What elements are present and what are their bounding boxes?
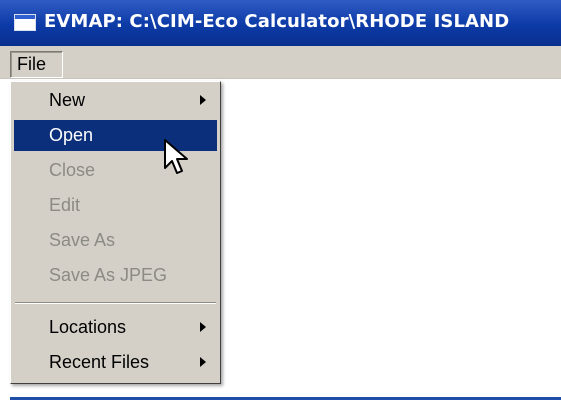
- menu-item-save-as-jpeg: Save As JPEG: [14, 260, 217, 291]
- menu-item-new[interactable]: New: [14, 85, 217, 116]
- menu-item-locations[interactable]: Locations: [14, 312, 217, 343]
- menu-item-save-as-jpeg-label: Save As JPEG: [49, 265, 168, 285]
- window-bottom-border: [10, 397, 561, 400]
- file-dropdown-menu: New Open Close Edit Save As Save As JPEG…: [10, 81, 221, 384]
- menu-item-locations-label: Locations: [49, 317, 127, 337]
- window-title: EVMAP: C:\CIM-Eco Calculator\RHODE ISLAN…: [44, 11, 510, 32]
- menu-item-recent-files[interactable]: Recent Files: [14, 347, 217, 378]
- title-bar[interactable]: EVMAP: C:\CIM-Eco Calculator\RHODE ISLAN…: [0, 0, 561, 46]
- menu-separator: [15, 302, 216, 304]
- app-window-icon: [14, 14, 36, 31]
- menu-item-edit-label: Edit: [49, 195, 81, 215]
- menu-file[interactable]: File: [10, 51, 63, 78]
- submenu-arrow-icon: [200, 95, 206, 105]
- menu-item-new-label: New: [49, 90, 86, 110]
- menu-item-save-as-label: Save As: [49, 230, 116, 250]
- menu-item-close-label: Close: [49, 160, 96, 180]
- menu-item-edit: Edit: [14, 190, 217, 221]
- menu-item-save-as: Save As: [14, 225, 217, 256]
- menu-item-recent-files-label: Recent Files: [49, 352, 150, 372]
- submenu-arrow-icon: [200, 357, 206, 367]
- menu-bar: File: [0, 46, 561, 79]
- menu-item-open-label: Open: [49, 125, 94, 145]
- submenu-arrow-icon: [200, 322, 206, 332]
- arrow-pointer-icon: [164, 139, 188, 174]
